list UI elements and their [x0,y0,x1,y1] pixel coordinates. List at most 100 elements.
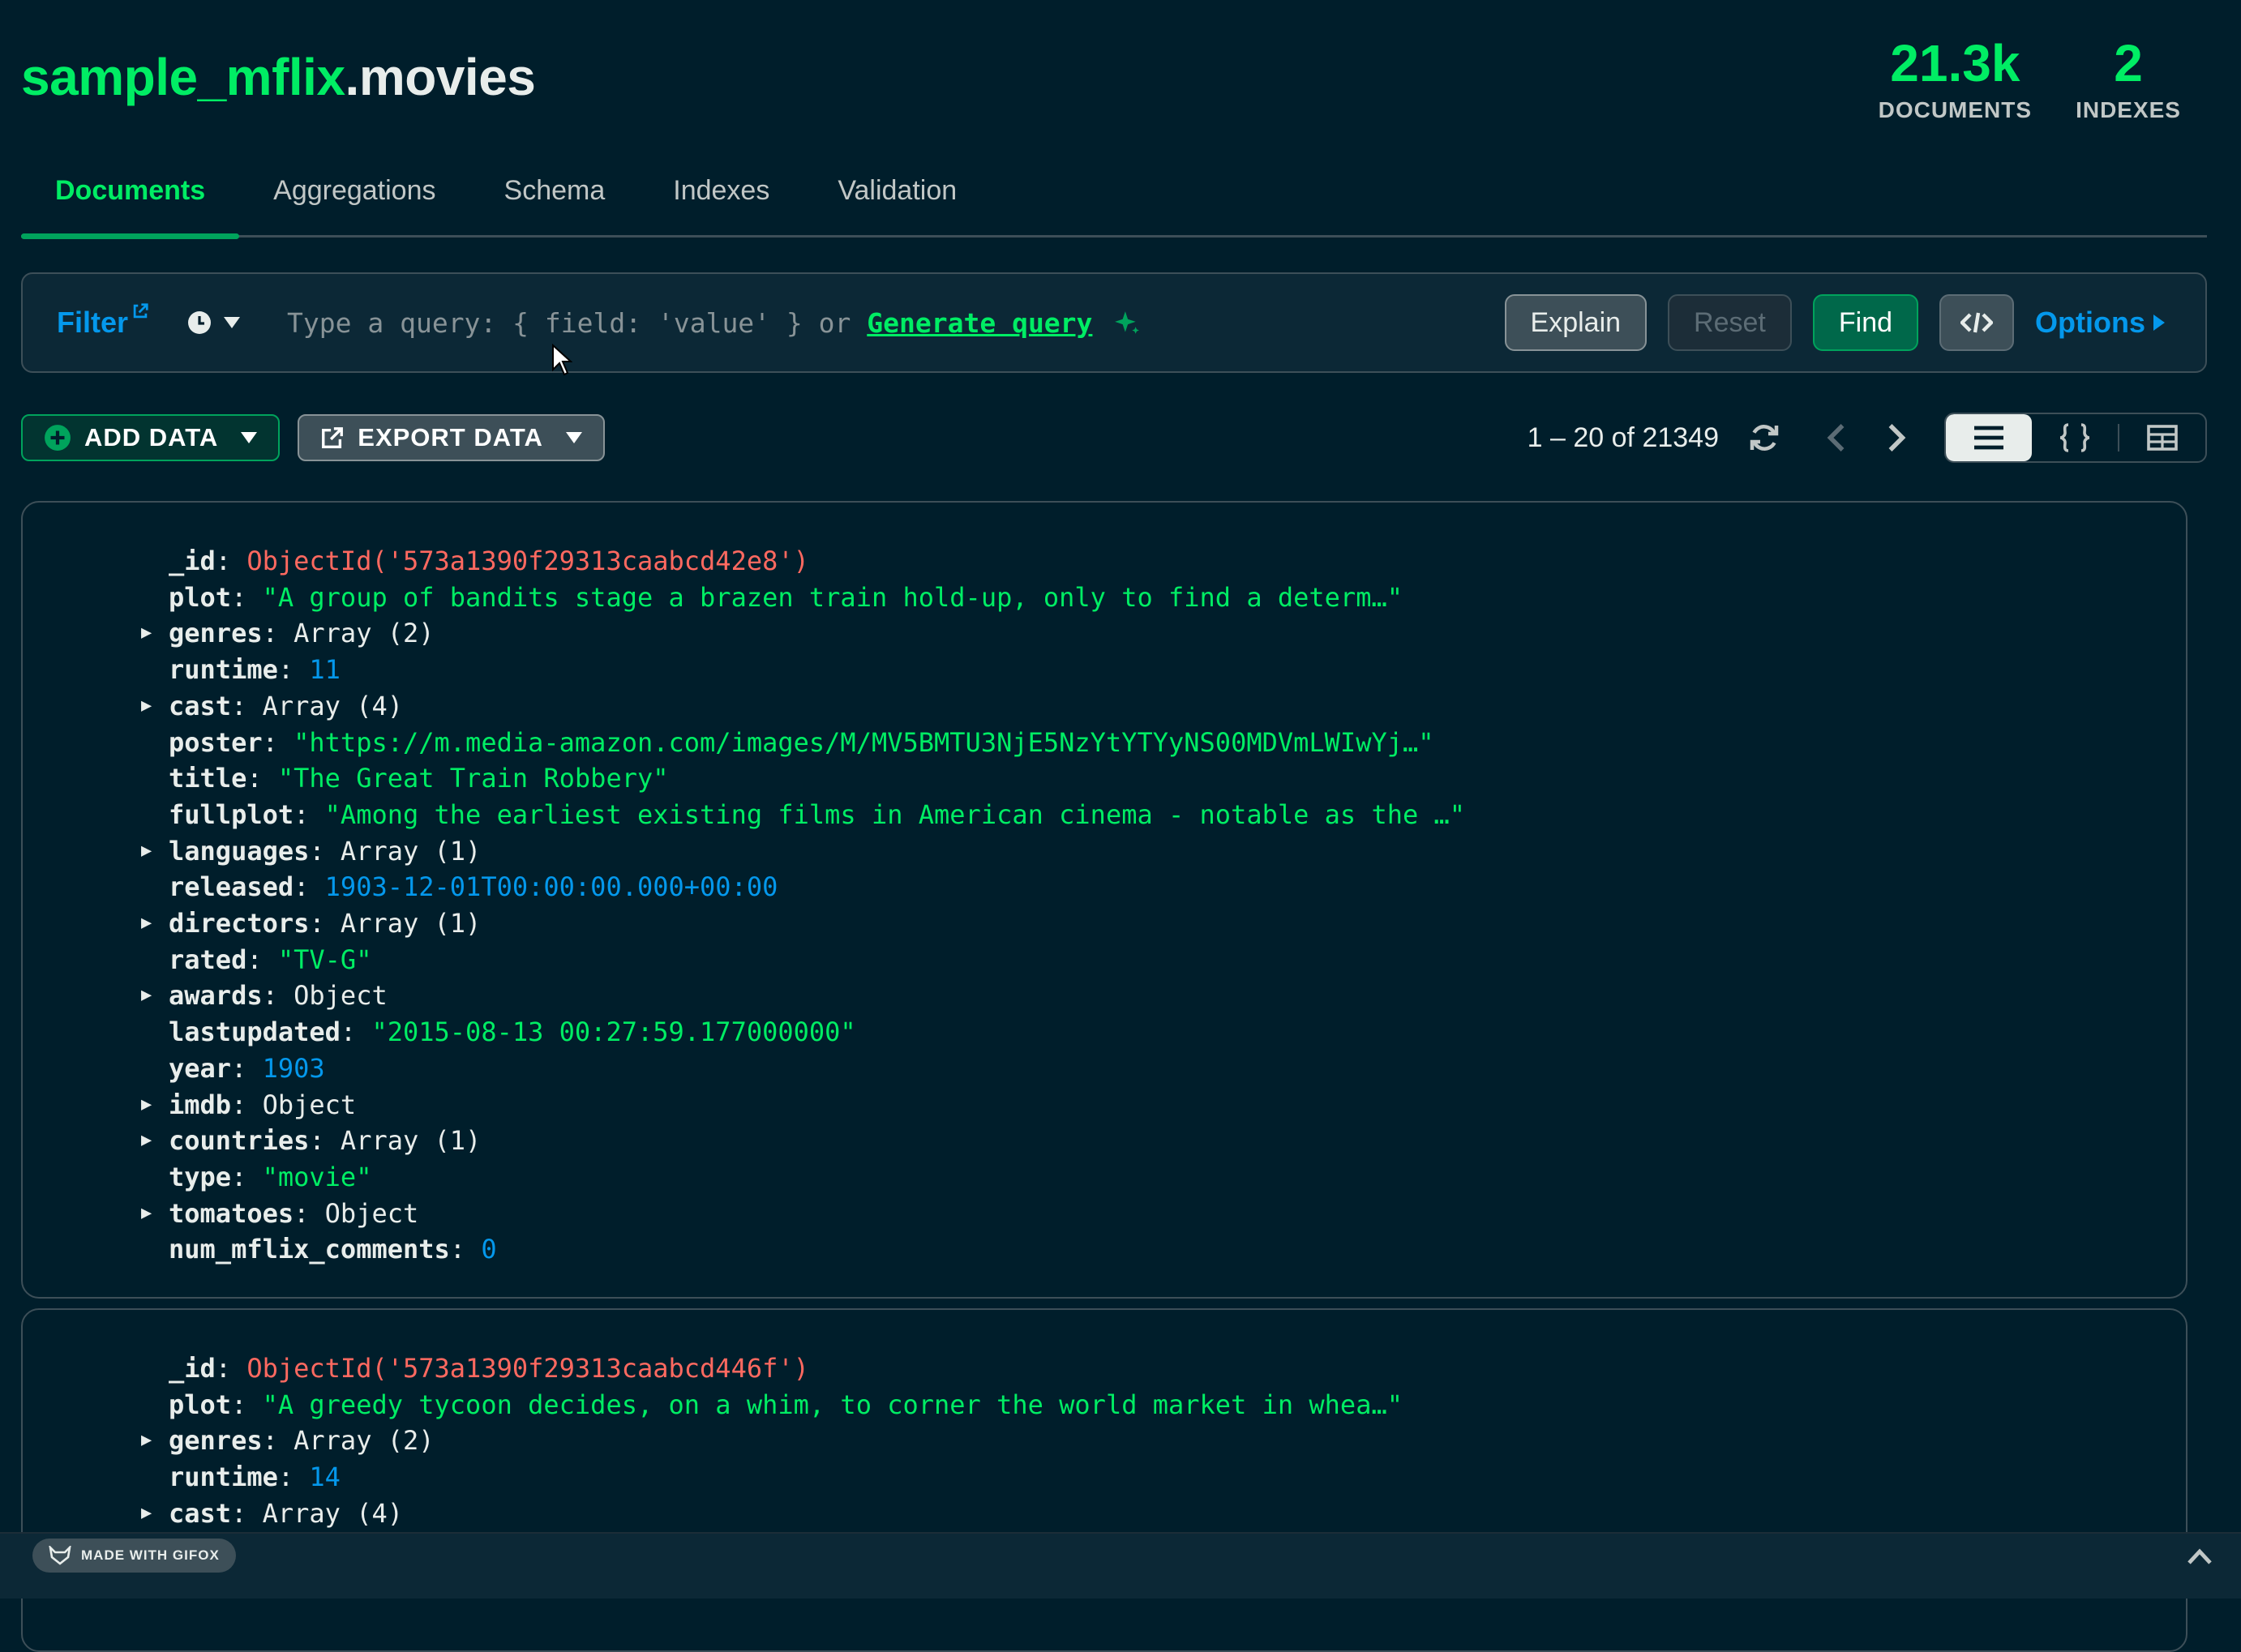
field-key: cast [169,1497,232,1529]
tab-indexes[interactable]: Indexes [639,165,803,235]
document-field[interactable]: ▶ directors: Array (1) [141,905,482,941]
document-field[interactable]: ▶ languages: Array (1) [141,833,481,869]
database-name[interactable]: sample_mflix [21,48,345,106]
chevron-right-icon[interactable] [1884,422,1909,454]
query-input[interactable]: Type a query: { field: 'value' } or Gene… [287,307,1505,339]
field-separator: : [215,546,247,576]
filter-label: Filter [57,306,129,339]
generate-query-link[interactable]: Generate query [867,307,1092,339]
explain-button[interactable]: Explain [1504,294,1648,351]
field-key: fullplot [169,798,294,830]
view-switcher [1944,413,2207,463]
field-key: num_mflix_comments [169,1234,450,1265]
collection-title: sample_mflix.movies [21,47,536,107]
plus-circle-icon [45,425,71,451]
expand-caret-icon[interactable]: ▶ [141,1087,152,1123]
indexes-count: 2 [2114,34,2143,92]
reset-button[interactable]: Reset [1668,294,1792,351]
documents-label: DOCUMENTS [1878,97,2033,122]
gifox-badge: MADE WITH GIFOX [32,1539,236,1573]
field-separator: : [231,1161,263,1192]
gifox-logo-icon [49,1546,71,1565]
query-history-button[interactable] [186,310,241,336]
add-data-button[interactable]: ADD DATA [21,414,281,461]
document-field[interactable]: ▶ genres: Array (2) [141,1423,435,1458]
document-field: lastupdated: "2015-08-13 00:27:59.177000… [169,1014,856,1050]
field-separator: : [231,1052,263,1084]
document-field: runtime: 14 [169,1459,341,1495]
field-value: Array (1) [340,1125,482,1157]
mouse-cursor-icon [552,344,572,376]
field-value: "2015-08-13 00:27:59.177000000" [371,1016,856,1048]
expand-caret-icon[interactable]: ▶ [141,1123,152,1158]
tab-schema[interactable]: Schema [470,165,640,235]
field-value: "movie" [262,1161,372,1192]
expand-caret-icon[interactable]: ▶ [141,688,152,724]
find-button[interactable]: Find [1812,294,1919,351]
expand-caret-icon[interactable]: ▶ [141,1423,152,1458]
list-view-button[interactable] [1946,414,2032,461]
collection-name: .movies [345,48,536,106]
field-key: title [169,763,247,794]
field-separator: : [294,871,325,903]
field-key: runtime [169,654,278,686]
field-value: Object [324,1197,419,1229]
expand-caret-icon[interactable]: ▶ [141,615,152,651]
table-icon [2147,425,2178,451]
query-bar: Filter Type a query: { field: 'value' } … [21,272,2207,373]
document-field[interactable]: ▶ cast: Array (4) [141,1496,403,1531]
field-key: plot [169,581,232,613]
expand-caret-icon[interactable]: ▶ [141,978,152,1013]
document-card[interactable]: _id: ObjectId('573a1390f29313caabcd446f'… [21,1308,2187,1652]
field-key: lastupdated [169,1016,341,1048]
field-separator: : [246,763,278,794]
chevron-up-icon[interactable] [2186,1547,2213,1566]
field-key: genres [169,1425,263,1457]
external-link-icon [133,303,148,319]
filter-link[interactable]: Filter [57,303,149,340]
document-field[interactable]: ▶ countries: Array (1) [141,1123,482,1158]
field-value: Array (1) [340,908,482,939]
export-icon [322,427,344,448]
refresh-icon[interactable] [1748,422,1780,454]
options-toggle[interactable]: Options [2035,306,2165,340]
field-key: directors [169,908,310,939]
document-field[interactable]: ▶ tomatoes: Object [141,1196,419,1231]
json-view-button[interactable] [2032,414,2118,461]
field-value: Array (2) [294,1425,435,1457]
document-field[interactable]: ▶ genres: Array (2) [141,615,435,651]
document-field[interactable]: ▶ imdb: Object [141,1087,356,1123]
document-field[interactable]: ▶ awards: Object [141,978,388,1013]
field-separator: : [231,581,263,613]
caret-right-icon [2153,315,2165,331]
tab-aggregations[interactable]: Aggregations [239,165,469,235]
field-value: "Among the earliest existing films in Am… [324,798,1466,830]
field-key: poster [169,726,263,758]
tab-validation[interactable]: Validation [803,165,991,235]
field-value: Array (4) [262,690,403,721]
field-key: _id [169,1353,216,1384]
document-field: num_mflix_comments: 0 [169,1231,497,1267]
expand-caret-icon[interactable]: ▶ [141,905,152,941]
field-key: imdb [169,1089,232,1120]
document-field: released: 1903-12-01T00:00:00.000+00:00 [169,869,778,905]
field-separator: : [309,835,341,867]
expand-caret-icon[interactable]: ▶ [141,1496,152,1531]
export-data-button[interactable]: EXPORT DATA [298,414,605,461]
field-value: "TV-G" [277,944,372,975]
expand-caret-icon[interactable]: ▶ [141,1196,152,1231]
field-key: awards [169,980,263,1012]
field-separator: : [309,1125,341,1157]
field-separator: : [231,1389,263,1420]
field-value: Array (4) [262,1497,403,1529]
expand-caret-icon[interactable]: ▶ [141,833,152,869]
export-code-button[interactable] [1939,294,2015,351]
chevron-left-icon[interactable] [1824,422,1849,454]
table-view-button[interactable] [2119,414,2205,461]
document-field: runtime: 11 [169,652,341,687]
field-separator: : [231,690,263,721]
tab-documents[interactable]: Documents [21,165,240,239]
document-field[interactable]: ▶ cast: Array (4) [141,688,403,724]
document-card[interactable]: _id: ObjectId('573a1390f29313caabcd42e8'… [21,501,2187,1299]
chevron-down-icon [241,432,258,443]
